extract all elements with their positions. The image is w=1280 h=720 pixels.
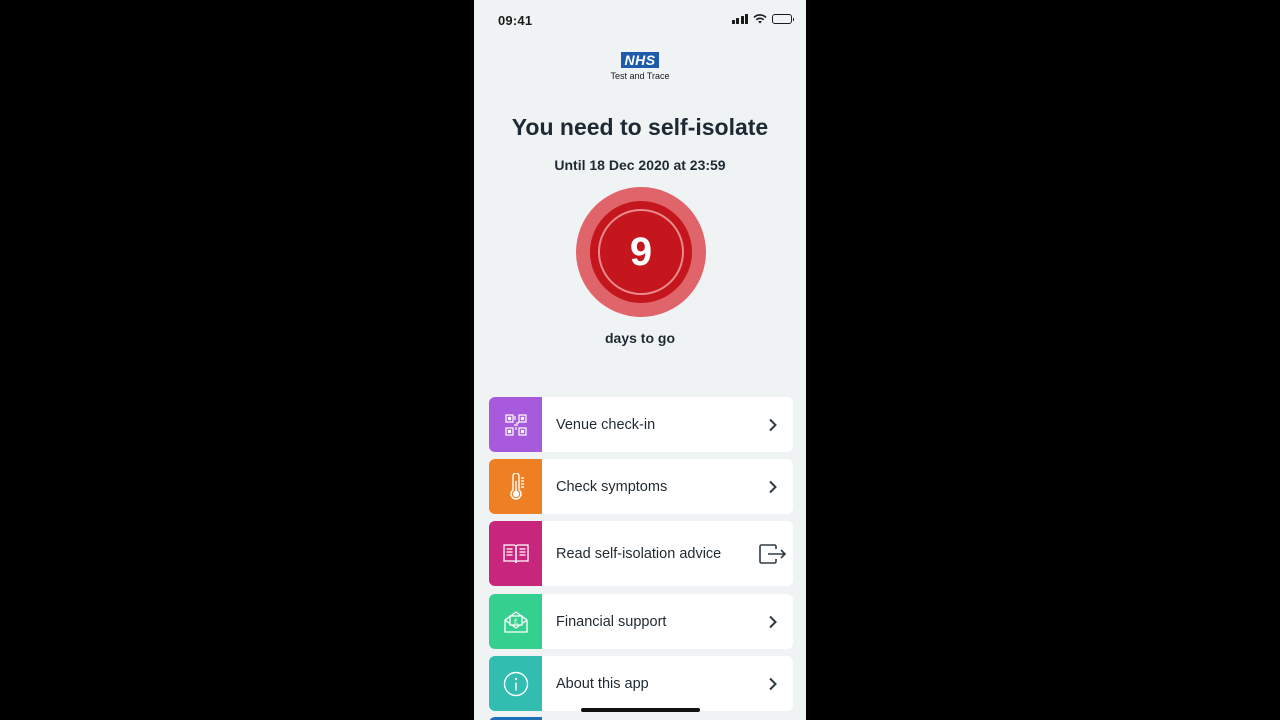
menu-item-venue-check-in[interactable]: Venue check-in — [489, 397, 793, 452]
page-title: You need to self-isolate — [511, 114, 769, 140]
menu-item-label: Venue check-in — [556, 416, 656, 433]
envelope-pound-icon: £ — [489, 594, 542, 649]
menu-item-check-symptoms[interactable]: Check symptoms — [489, 459, 793, 514]
status-bar: 09:41 — [474, 0, 806, 40]
isolation-end-date: Until 18 Dec 2020 at 23:59 — [554, 157, 726, 173]
nhs-logo-mark: NHS — [621, 52, 659, 68]
info-icon — [489, 656, 542, 711]
wifi-icon — [753, 14, 767, 24]
home-indicator[interactable] — [581, 708, 700, 712]
status-icons — [731, 14, 794, 24]
chevron-right-icon — [753, 677, 793, 691]
menu-item-self-isolation-advice[interactable]: Read self-isolation advice — [489, 521, 793, 586]
countdown-circle: 9 — [576, 187, 706, 317]
days-remaining: 9 — [629, 230, 653, 274]
nhs-test-and-trace-logo: NHS Test and Trace — [474, 52, 806, 81]
menu-item-label: Read self-isolation advice — [556, 545, 722, 562]
menu-item-label: Check symptoms — [556, 478, 668, 495]
menu-item-about-this-app[interactable]: About this app — [489, 656, 793, 711]
cellular-signal-icon — [731, 14, 748, 24]
qr-code-icon — [489, 397, 542, 452]
status-time: 09:41 — [498, 13, 533, 28]
menu-item-financial-support[interactable]: £ Financial support — [489, 594, 793, 649]
book-icon — [489, 521, 542, 586]
svg-text:£: £ — [514, 618, 518, 625]
external-link-icon — [753, 543, 793, 564]
days-label: days to go — [604, 330, 675, 346]
chevron-right-icon — [753, 615, 793, 629]
battery-icon — [772, 14, 794, 24]
phone-screen: 09:41 NHS Test and Trace You need to sel… — [474, 0, 806, 720]
menu-item-label: Financial support — [556, 613, 667, 630]
chevron-right-icon — [753, 480, 793, 494]
thermometer-icon — [489, 459, 542, 514]
chevron-right-icon — [753, 418, 793, 432]
logo-subtitle: Test and Trace — [610, 71, 670, 81]
menu-item-label: About this app — [556, 675, 649, 692]
